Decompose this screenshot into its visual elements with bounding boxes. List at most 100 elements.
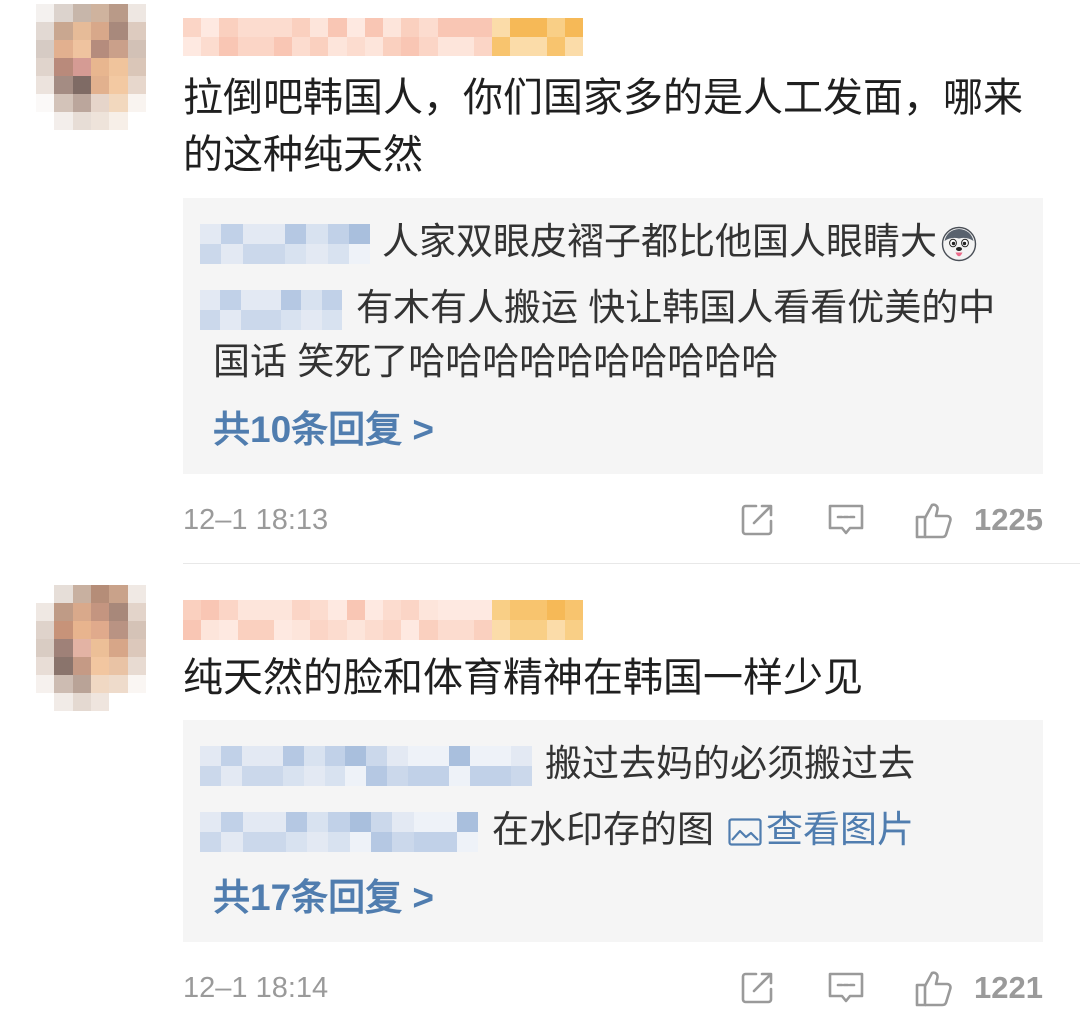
mosaic-cell [91,693,110,711]
mosaic-cell [54,693,73,711]
mosaic-cell [345,746,366,767]
mosaic-cell [127,585,146,603]
avatar[interactable] [36,4,146,130]
mosaic-cell [200,290,221,311]
mosaic-cell [241,766,263,787]
view-all-replies-link[interactable]: 共17条回复 > [213,871,1013,925]
mosaic-cell [219,620,238,640]
mosaic-cell [36,112,55,130]
mosaic-cell [386,766,408,787]
avatar[interactable] [36,585,146,711]
mosaic-cell [382,620,402,640]
mosaic-cell [392,832,414,853]
mosaic-cell [127,603,146,621]
mosaic-cell [237,620,256,640]
mosaic-cell [127,4,146,22]
mosaic-cell [364,18,383,37]
mosaic-cell [219,600,238,620]
mosaic-cell [36,40,55,58]
mosaic-cell [449,766,470,787]
mosaic-cell [473,600,493,620]
mosaic-cell [510,18,529,37]
reply-username-pixelated[interactable] [200,224,370,265]
mosaic-cell [492,600,511,620]
mosaic-cell [281,290,302,311]
mosaic-cell [240,290,261,311]
share-icon[interactable] [739,502,775,538]
like-count: 1221 [974,970,1043,1005]
comment-icon[interactable] [827,971,865,1005]
mosaic-cell [54,657,73,675]
mosaic-cell [91,639,110,657]
mosaic-cell [72,58,91,76]
mosaic-cell [346,620,365,640]
mosaic-cell [510,620,529,640]
mosaic-cell [127,112,146,130]
mosaic-cell [546,600,565,620]
mosaic-cell [386,746,408,767]
mosaic-cell [364,37,383,56]
like-button[interactable]: 1221 [914,968,1043,1008]
mosaic-cell [109,693,128,711]
mosaic-cell [91,94,110,112]
mosaic-cell [364,600,383,620]
mosaic-cell [201,620,220,640]
mosaic-cell [419,620,438,640]
reply-item: 搬过去妈的必须搬过去 [200,737,1013,791]
reply-item: 有木有人搬运 快让韩国人看看优美的中国话 笑死了哈哈哈哈哈哈哈哈哈哈 [200,281,1013,389]
like-icon [914,968,954,1008]
reply-username-pixelated[interactable] [200,812,478,853]
mosaic-cell [36,621,55,639]
like-icon [914,500,954,540]
mosaic-cell [263,244,285,265]
mosaic-cell [200,766,221,787]
mosaic-cell [109,40,128,58]
mosaic-cell [200,310,221,331]
mosaic-cell [346,37,365,56]
view-image-link[interactable]: 查看图片 [766,809,914,850]
mosaic-cell [109,112,128,130]
mosaic-cell [36,94,55,112]
mosaic-cell [241,746,263,767]
username-pixelated[interactable] [183,18,583,56]
comment-icon[interactable] [827,503,865,537]
mosaic-cell [349,812,372,833]
image-icon[interactable] [728,818,762,846]
share-icon[interactable] [739,970,775,1006]
mosaic-cell [54,94,73,112]
mosaic-cell [255,37,274,56]
mosaic-cell [401,620,420,640]
reply-username-pixelated[interactable] [200,290,342,331]
username-pixelated[interactable] [183,600,583,640]
mosaic-cell [72,40,91,58]
mosaic-cell [242,244,264,265]
mosaic-cell [528,620,547,640]
mosaic-cell [510,600,529,620]
mosaic-cell [127,639,146,657]
mosaic-cell [346,18,365,37]
mosaic-cell [546,37,565,56]
mosaic-cell [564,18,583,37]
mosaic-cell [328,18,347,37]
mosaic-cell [91,22,110,40]
mosaic-cell [54,22,73,40]
reply-preview: 人家双眼皮褶子都比他国人眼睛大 有木有人搬运 快让韩国人看看优美的中国话 笑死了… [183,198,1043,474]
mosaic-cell [564,37,583,56]
mosaic-cell [127,76,146,94]
reply-username-pixelated[interactable] [200,746,532,787]
mosaic-cell [255,600,274,620]
mosaic-cell [413,812,436,833]
like-button[interactable]: 1225 [914,500,1043,540]
comment-item: 拉倒吧韩国人，你们国家多的是人工发面，哪来的这种纯天然 人家双眼皮褶子都比他国人… [0,0,1043,550]
comment-footer: 12–1 18:14 1221 [183,958,1043,1018]
view-all-replies-link[interactable]: 共10条回复 > [213,403,1013,457]
mosaic-cell [91,585,110,603]
mosaic-cell [428,746,449,767]
mosaic-cell [109,621,128,639]
mosaic-cell [36,639,55,657]
mosaic-cell [240,310,261,331]
comment-actions: 1221 [739,968,1043,1008]
mosaic-cell [72,22,91,40]
mosaic-cell [564,620,583,640]
mosaic-cell [401,18,420,37]
